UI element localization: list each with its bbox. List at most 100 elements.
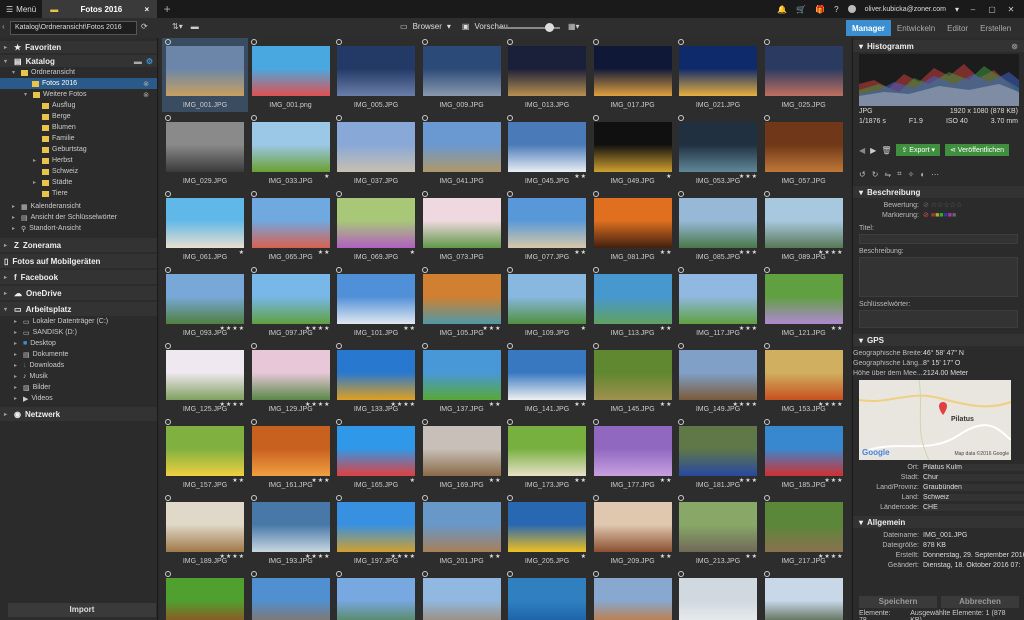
- info-icon[interactable]: [165, 191, 171, 197]
- collapse-arrow-icon[interactable]: ▾: [4, 306, 10, 313]
- expand-arrow-icon[interactable]: ▸: [12, 203, 18, 210]
- rotate-left-icon[interactable]: ↺: [859, 170, 866, 179]
- thumbnail-item[interactable]: ★★ IMG_121.JPG: [761, 266, 847, 340]
- thumbnail-item[interactable]: ★★★ IMG_117.JPG: [675, 266, 761, 340]
- sidebar-item-schweiz[interactable]: Schweiz: [0, 166, 157, 177]
- thumbnail-image[interactable]: [166, 122, 244, 172]
- thumbnail-image[interactable]: [593, 426, 672, 476]
- expand-arrow-icon[interactable]: ▸: [4, 274, 10, 281]
- close-tab-icon[interactable]: ×: [145, 5, 150, 14]
- thumbnail-image[interactable]: [679, 350, 757, 400]
- sidebar-item-ausflug[interactable]: Ausflug: [0, 100, 157, 111]
- info-icon[interactable]: [336, 571, 342, 577]
- info-icon[interactable]: [165, 495, 171, 501]
- location-map[interactable]: Pilatus Google Map data ©2016 Google: [859, 380, 1011, 460]
- thumbnail-item[interactable]: IMG_001.png: [248, 38, 334, 112]
- save-button[interactable]: Speichern: [859, 596, 937, 608]
- sidebar-item-folder-view[interactable]: ▾ Ordneransicht: [0, 67, 157, 78]
- thumbnail-item[interactable]: IMG_025.JPG: [761, 38, 847, 112]
- info-icon[interactable]: [507, 191, 513, 197]
- info-icon[interactable]: [336, 267, 342, 273]
- thumbnail-item[interactable]: ★★★ IMG_161.JPG: [248, 418, 334, 492]
- title-input[interactable]: [859, 234, 1018, 244]
- back-icon[interactable]: ‹: [2, 22, 5, 31]
- thumbnail-image[interactable]: [337, 274, 415, 324]
- thumbnail-image[interactable]: [251, 198, 330, 248]
- expand-arrow-icon[interactable]: ▸: [14, 384, 20, 391]
- info-icon[interactable]: [336, 115, 342, 121]
- sidebar-item-fotos-2016[interactable]: Fotos 2016 ⊗: [0, 78, 157, 89]
- thumbnail-item[interactable]: IMG_237.JPG: [504, 570, 590, 620]
- info-icon[interactable]: [763, 267, 770, 273]
- info-icon[interactable]: [678, 115, 684, 121]
- thumbnail-image[interactable]: [764, 122, 843, 172]
- sidebar-item-geburtstag[interactable]: Geburtstag: [0, 144, 157, 155]
- info-icon[interactable]: [165, 267, 171, 273]
- thumbnail-item[interactable]: ★★★★ IMG_197.JPG: [333, 494, 419, 568]
- sidebar-item-blumen[interactable]: Blumen: [0, 122, 157, 133]
- thumbnail-image[interactable]: [764, 350, 843, 400]
- description-header[interactable]: ▾ Beschreibung: [853, 186, 1024, 198]
- info-icon[interactable]: [421, 115, 428, 121]
- info-icon[interactable]: [678, 495, 684, 501]
- thumbnail-image[interactable]: [508, 350, 586, 400]
- loc-value[interactable]: Pilatus Kulm: [923, 463, 1024, 471]
- collapse-arrow-icon[interactable]: ▾: [24, 91, 30, 98]
- thumbnail-item[interactable]: ★★★★ IMG_097.JPG: [248, 266, 334, 340]
- color-icon[interactable]: ◐: [920, 170, 925, 179]
- expand-arrow-icon[interactable]: ▸: [33, 179, 39, 186]
- thumbnail-item[interactable]: ★★★★ IMG_129.JPG: [248, 342, 334, 416]
- collapse-arrow-icon[interactable]: ▾: [12, 69, 18, 76]
- collapse-arrow-icon[interactable]: ▾: [859, 188, 863, 197]
- loc-value[interactable]: Graubünden: [923, 483, 1024, 491]
- preview-icon[interactable]: ▣: [462, 22, 470, 31]
- info-icon[interactable]: [507, 115, 513, 121]
- info-icon[interactable]: [507, 343, 513, 349]
- sidebar-workplace[interactable]: ▾ ▭ Arbeitsplatz: [0, 302, 157, 316]
- thumbnail-item[interactable]: IMG_229.JPG: [333, 570, 419, 620]
- thumbnail-image[interactable]: [764, 578, 843, 620]
- close-icon[interactable]: ⊗: [1011, 42, 1018, 51]
- thumbnail-image[interactable]: [337, 198, 415, 248]
- collapse-arrow-icon[interactable]: ▾: [4, 58, 10, 65]
- info-icon[interactable]: [763, 571, 770, 577]
- thumbnail-image[interactable]: [508, 426, 586, 476]
- thumbnail-image[interactable]: [508, 46, 586, 96]
- sidebar-item-keywords[interactable]: ▸ ▤ Ansicht der Schlüsselwörter: [0, 212, 157, 223]
- info-icon[interactable]: [592, 267, 599, 273]
- thumbnail-image[interactable]: [251, 46, 330, 96]
- thumbnail-item[interactable]: ★★★★ IMG_217.JPG: [761, 494, 847, 568]
- thumbnail-item[interactable]: ★★★★ IMG_089.JPG: [761, 190, 847, 264]
- info-icon[interactable]: [165, 419, 171, 425]
- publish-button[interactable]: ⋖ Veröffentlichen: [944, 144, 1009, 156]
- thumbnail-item[interactable]: ★ IMG_033.JPG: [248, 114, 334, 188]
- sidebar-network[interactable]: ▸ ◉ Netzwerk: [0, 407, 157, 421]
- bell-icon[interactable]: 🔔: [777, 5, 787, 14]
- sidebar-item-tiere[interactable]: Tiere: [0, 188, 157, 199]
- rating-stars[interactable]: ⊘ ☆☆☆☆☆: [923, 201, 1024, 209]
- thumbnail-image[interactable]: [679, 198, 757, 248]
- info-icon[interactable]: [336, 39, 342, 45]
- expand-arrow-icon[interactable]: ▸: [4, 411, 10, 418]
- thumbnail-item[interactable]: IMG_005.JPG: [333, 38, 419, 112]
- cancel-button[interactable]: Abbrechen: [941, 596, 1019, 608]
- info-icon[interactable]: [592, 115, 599, 121]
- thumbnail-item[interactable]: IMG_041.JPG: [419, 114, 505, 188]
- thumbnail-image[interactable]: [508, 502, 586, 552]
- sidebar-item-calendar[interactable]: ▸ ▦ Kalenderansicht: [0, 201, 157, 212]
- info-icon[interactable]: [250, 571, 257, 577]
- gift-icon[interactable]: 🎁: [815, 5, 825, 14]
- sidebar-item-herbst[interactable]: ▸ Herbst: [0, 155, 157, 166]
- sidebar-item-downloads[interactable]: ▸ ↓ Downloads: [0, 360, 157, 371]
- thumbnail-item[interactable]: ★ IMG_061.JPG: [162, 190, 248, 264]
- thumbnail-item[interactable]: ★★★★ IMG_093.JPG: [162, 266, 248, 340]
- thumbnail-item[interactable]: ★★★ IMG_105.JPG: [419, 266, 505, 340]
- sidebar-item-desktop[interactable]: ▸ ■ Desktop: [0, 338, 157, 349]
- sidebar-onedrive[interactable]: ▸ ☁ OneDrive: [0, 286, 157, 300]
- thumbnail-item[interactable]: ★★★ IMG_181.JPG: [675, 418, 761, 492]
- thumbnail-image[interactable]: [166, 426, 244, 476]
- trash-icon[interactable]: 🗑: [881, 146, 891, 155]
- keywords-input[interactable]: [859, 310, 1018, 328]
- thumbnail-item[interactable]: ★★ IMG_201.JPG: [419, 494, 505, 568]
- info-icon[interactable]: [421, 39, 428, 45]
